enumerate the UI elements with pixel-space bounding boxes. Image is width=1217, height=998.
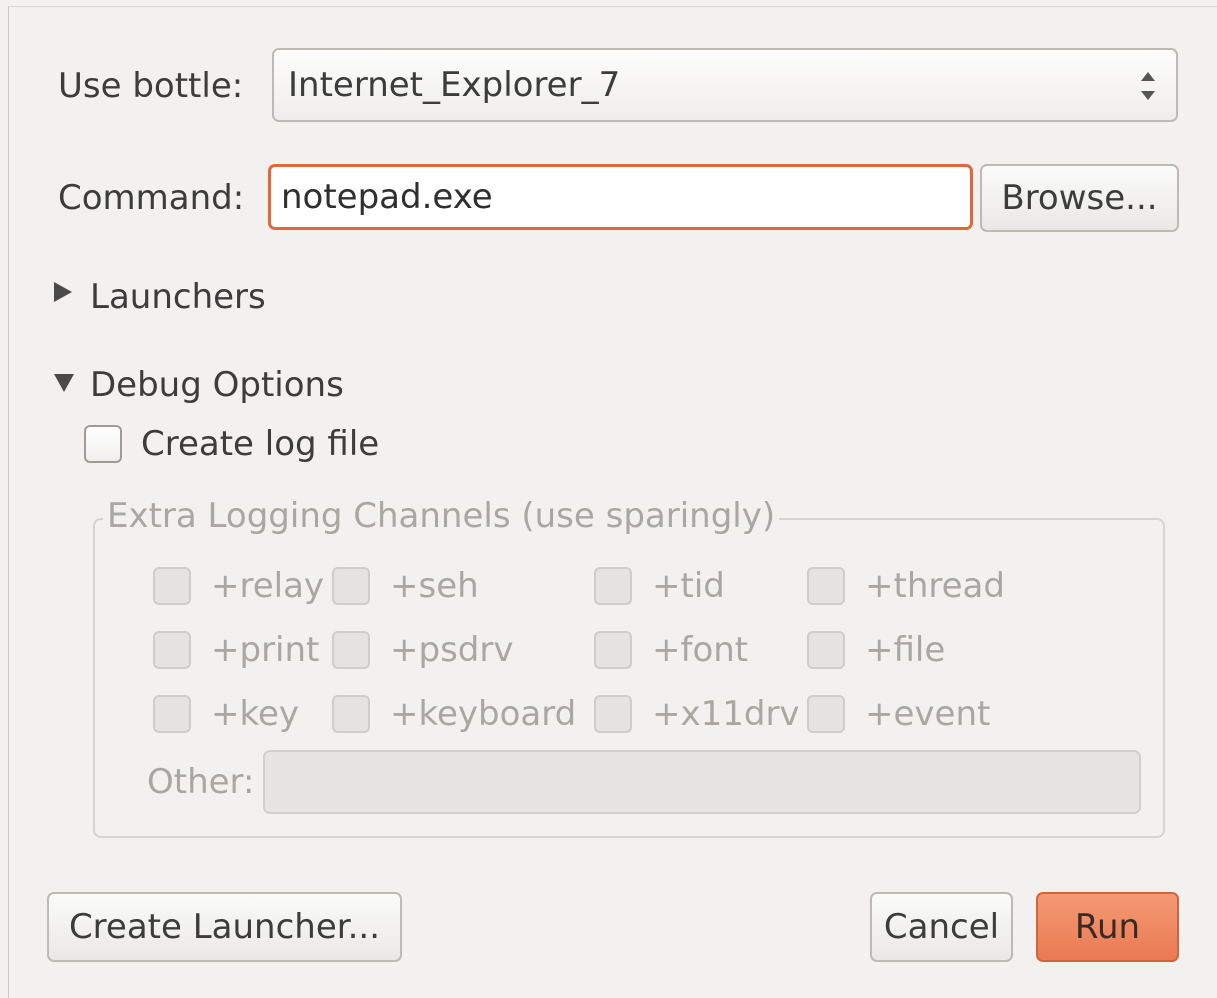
channel-label: +event [865, 694, 991, 734]
bottle-select-value: Internet_Explorer_7 [288, 65, 621, 105]
channel-checkbox[interactable] [153, 631, 191, 669]
channel-x11drv[interactable]: +x11drv [594, 694, 800, 734]
debug-options-label[interactable]: Debug Options [90, 365, 344, 405]
channel-checkbox[interactable] [332, 695, 370, 733]
channel-label: +file [865, 630, 946, 670]
channel-label: +x11drv [652, 694, 800, 734]
channel-label: +tid [652, 566, 725, 606]
channel-label: +print [211, 630, 320, 670]
channel-key[interactable]: +key [153, 694, 299, 734]
channel-print[interactable]: +print [153, 630, 319, 670]
create-launcher-button[interactable]: Create Launcher... [47, 892, 402, 962]
channel-tid[interactable]: +tid [594, 566, 725, 606]
channel-label: +keyboard [390, 694, 577, 734]
channel-checkbox[interactable] [594, 631, 632, 669]
other-input[interactable] [263, 750, 1141, 814]
channel-checkbox[interactable] [594, 567, 632, 605]
command-label: Command: [58, 178, 245, 218]
channel-label: +relay [211, 566, 325, 606]
expander-expanded-icon [54, 374, 74, 392]
channel-checkbox[interactable] [807, 631, 845, 669]
create-log-label[interactable]: Create log file [141, 424, 379, 464]
channel-font[interactable]: +font [594, 630, 748, 670]
channel-checkbox[interactable] [807, 695, 845, 733]
channel-checkbox[interactable] [153, 695, 191, 733]
channel-label: +psdrv [390, 630, 514, 670]
up-down-arrows-icon [1140, 70, 1156, 102]
channel-file[interactable]: +file [807, 630, 945, 670]
channel-label: +seh [390, 566, 479, 606]
bottle-label: Use bottle: [58, 66, 244, 106]
other-label: Other: [147, 762, 255, 802]
channel-psdrv[interactable]: +psdrv [332, 630, 513, 670]
bottle-select[interactable]: Internet_Explorer_7 [272, 48, 1178, 122]
channel-event[interactable]: +event [807, 694, 990, 734]
create-log-checkbox[interactable] [84, 425, 122, 463]
channel-label: +key [211, 694, 300, 734]
launchers-expander[interactable] [52, 282, 72, 302]
command-input[interactable]: notepad.exe [268, 164, 973, 230]
debug-options-expander[interactable] [54, 374, 74, 392]
channel-checkbox[interactable] [807, 567, 845, 605]
channel-label: +font [652, 630, 749, 670]
cancel-button[interactable]: Cancel [870, 892, 1013, 962]
browse-button[interactable]: Browse... [980, 164, 1179, 232]
channel-checkbox[interactable] [594, 695, 632, 733]
channel-checkbox[interactable] [332, 631, 370, 669]
channel-keyboard[interactable]: +keyboard [332, 694, 576, 734]
launchers-label[interactable]: Launchers [90, 277, 266, 317]
extra-logging-legend: Extra Logging Channels (use sparingly) [103, 496, 780, 536]
channel-thread[interactable]: +thread [807, 566, 1005, 606]
channel-checkbox[interactable] [153, 567, 191, 605]
channel-checkbox[interactable] [332, 567, 370, 605]
channel-label: +thread [865, 566, 1005, 606]
expander-collapsed-icon [54, 282, 72, 302]
channel-relay[interactable]: +relay [153, 566, 324, 606]
channel-seh[interactable]: +seh [332, 566, 479, 606]
run-button[interactable]: Run [1036, 892, 1179, 962]
